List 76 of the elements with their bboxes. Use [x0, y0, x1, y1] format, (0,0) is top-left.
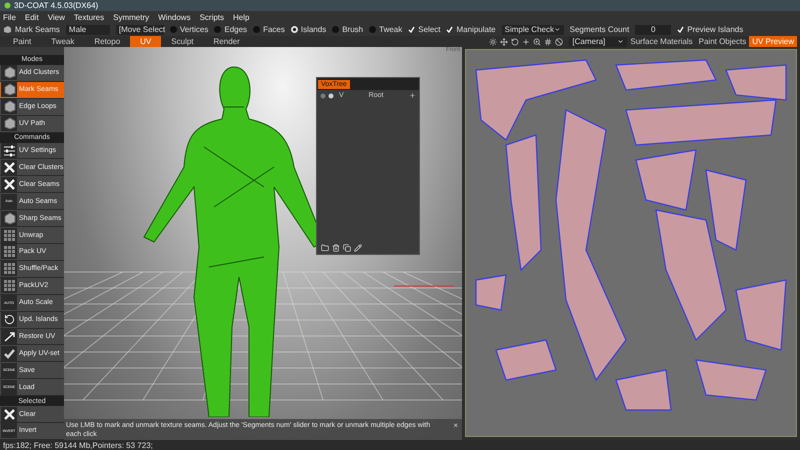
- zoom-icon[interactable]: [533, 38, 542, 46]
- room-tab[interactable]: Retopo: [84, 36, 130, 47]
- menu-item[interactable]: Scripts: [200, 12, 224, 22]
- grid-icon: [1, 278, 17, 294]
- close-button[interactable]: ×: [453, 421, 458, 430]
- grid-icon: [1, 244, 17, 260]
- radio-label: Brush: [342, 25, 364, 34]
- copy-icon[interactable]: [343, 244, 351, 252]
- segments-input-field[interactable]: 0: [635, 24, 672, 34]
- sliders-icon: [1, 142, 17, 158]
- layer-dots-icon[interactable]: [320, 92, 336, 98]
- menu-item[interactable]: View: [48, 12, 65, 22]
- axis-line: [394, 285, 454, 287]
- trash-icon[interactable]: [332, 244, 340, 252]
- cube-icon: [1, 65, 17, 80]
- rotate-icon[interactable]: [511, 38, 520, 46]
- window-title: 3D-COAT 4.5.03(DX64): [14, 1, 98, 10]
- panel-tab[interactable]: Paint Objects: [696, 36, 750, 47]
- camera-dropdown[interactable]: [Camera]: [569, 36, 628, 46]
- checkbox-label: Select: [418, 25, 440, 34]
- menu-item[interactable]: Symmetry: [113, 12, 150, 22]
- grid-icon: [1, 228, 17, 243]
- preset-dropdown[interactable]: Male: [66, 24, 110, 34]
- plus-icon[interactable]: [409, 92, 416, 99]
- checkbox-checked[interactable]: [677, 26, 684, 33]
- status-text: fps:182; Free: 59144 Mb,Pointers: 53 723;: [3, 440, 153, 450]
- grid-icon[interactable]: [544, 38, 552, 46]
- checkbox-checked[interactable]: [446, 26, 454, 33]
- caret-icon[interactable]: [617, 38, 624, 45]
- grid-icon: [1, 261, 17, 276]
- check-mode-dropdown[interactable]: Simple Check: [502, 24, 564, 34]
- plus-icon[interactable]: [522, 38, 530, 46]
- radio-button[interactable]: [214, 26, 222, 33]
- cross-icon: [1, 160, 17, 175]
- room-tab[interactable]: Paint: [3, 36, 42, 47]
- radio-label: Tweak: [379, 25, 402, 34]
- cross-icon: [1, 406, 17, 422]
- radio-label: Edges: [224, 25, 248, 34]
- radio-button[interactable]: [332, 26, 340, 33]
- cube-icon: [1, 210, 17, 226]
- radio-button[interactable]: [369, 26, 376, 33]
- pencil-icon[interactable]: [354, 244, 362, 252]
- menu-item[interactable]: Edit: [24, 12, 39, 22]
- light-icon[interactable]: [489, 38, 498, 46]
- checkbox-label: Manipulate: [456, 25, 496, 34]
- move-icon[interactable]: [500, 38, 508, 46]
- checkmark-icon: [1, 346, 17, 361]
- menu-item[interactable]: Help: [233, 12, 250, 22]
- menu-item[interactable]: Textures: [74, 12, 104, 22]
- move-select-dropdown[interactable]: [Move Select: [116, 24, 164, 34]
- folder-icon[interactable]: [321, 244, 329, 252]
- segments-label: Segments Count: [570, 25, 630, 34]
- room-tab[interactable]: Render: [204, 36, 250, 47]
- radio-button[interactable]: [170, 26, 177, 33]
- cube-icon: [3, 25, 12, 34]
- room-tab[interactable]: Sculpt: [161, 36, 204, 47]
- room-tab[interactable]: Tweak: [41, 36, 84, 47]
- cube-icon: [1, 116, 17, 132]
- tool-label: Mark Seams: [15, 25, 60, 34]
- cube-icon: [1, 99, 17, 114]
- radio-label: Islands: [300, 25, 326, 34]
- checkbox-label: Preview Islands: [687, 25, 744, 34]
- caret-icon[interactable]: [554, 26, 561, 33]
- radio-button[interactable]: [290, 26, 298, 33]
- panel-tab[interactable]: Surface Materials: [627, 36, 696, 47]
- refresh-icon: [1, 312, 17, 328]
- cube-icon: [1, 82, 17, 98]
- menu-item[interactable]: Windows: [158, 12, 191, 22]
- app-logo-icon: [4, 2, 11, 9]
- cross-icon: [1, 176, 17, 192]
- prohibit-icon[interactable]: [555, 38, 564, 46]
- radio-label: Vertices: [180, 25, 208, 34]
- checkbox-checked[interactable]: [408, 26, 416, 33]
- menu-item[interactable]: File: [3, 12, 16, 22]
- radio-label: Faces: [263, 25, 285, 34]
- radio-button[interactable]: [253, 26, 260, 33]
